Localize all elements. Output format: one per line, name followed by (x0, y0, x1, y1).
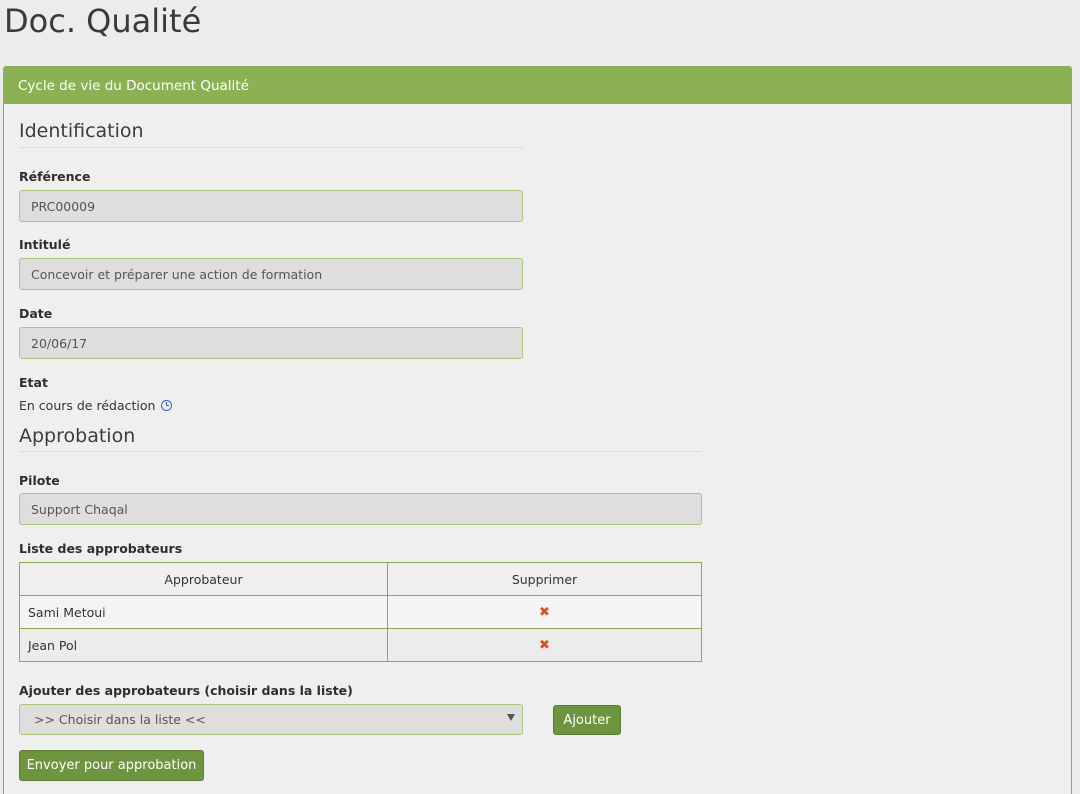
column-header-supprimer: Supprimer (387, 562, 702, 596)
reference-field[interactable]: PRC00009 (19, 190, 523, 222)
table-row: Sami Metoui ✖ (19, 595, 702, 629)
pilote-label: Pilote (19, 473, 60, 488)
table-header-row: Approbateur Supprimer (19, 562, 702, 596)
identification-divider (19, 147, 523, 148)
approbateurs-table: Approbateur Supprimer Sami Metoui ✖ Jean… (19, 562, 702, 662)
panel-header: Cycle de vie du Document Qualité (4, 67, 1071, 104)
clock-icon (161, 400, 173, 411)
etat-value: En cours de rédaction (19, 398, 156, 413)
ajouter-approbateurs-label: Ajouter des approbateurs (choisir dans l… (19, 683, 353, 698)
table-row: Jean Pol ✖ (19, 628, 702, 662)
ajouter-button[interactable]: Ajouter (553, 705, 621, 735)
page-title: Doc. Qualité (4, 2, 202, 40)
identification-section-title: Identification (19, 120, 144, 142)
approbateur-name: Sami Metoui (19, 595, 388, 629)
caret-down-icon (507, 714, 515, 721)
etat-label: Etat (19, 375, 48, 390)
date-field[interactable]: 20/06/17 (19, 327, 523, 359)
liste-approbateurs-label: Liste des approbateurs (19, 541, 183, 556)
approbateur-name: Jean Pol (19, 628, 388, 662)
intitule-label: Intitulé (19, 237, 71, 252)
etat-status: En cours de rédaction (19, 398, 173, 413)
approbation-divider (19, 451, 702, 452)
document-lifecycle-panel: Cycle de vie du Document Qualité Identif… (3, 66, 1072, 794)
approbation-section-title: Approbation (19, 425, 136, 447)
envoyer-pour-approbation-button[interactable]: Envoyer pour approbation (19, 750, 204, 781)
column-header-approbateur: Approbateur (19, 562, 388, 596)
pilote-field[interactable]: Support Chaqal (19, 493, 702, 525)
intitule-field[interactable]: Concevoir et préparer une action de form… (19, 258, 523, 290)
delete-cell: ✖ (387, 628, 702, 662)
select-value: >> Choisir dans la liste << (34, 712, 206, 727)
delete-icon[interactable]: ✖ (539, 605, 550, 620)
delete-icon[interactable]: ✖ (539, 638, 550, 653)
delete-cell: ✖ (387, 595, 702, 629)
date-label: Date (19, 306, 53, 321)
approbateur-select[interactable]: >> Choisir dans la liste << (19, 704, 523, 735)
reference-label: Référence (19, 169, 91, 184)
